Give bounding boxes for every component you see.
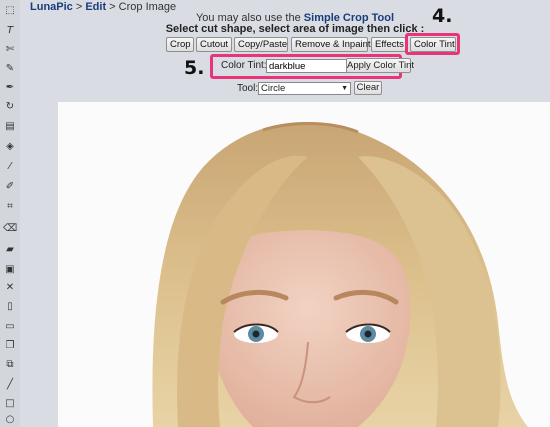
- callout-box-color-tint: [405, 33, 460, 55]
- crop-icon[interactable]: ⌗: [3, 200, 17, 214]
- pen-icon[interactable]: ✒: [3, 81, 17, 95]
- brush-icon[interactable]: ✐: [3, 180, 17, 194]
- remove-inpaint-button[interactable]: Remove & Inpaint: [291, 37, 371, 52]
- callout-number-four: 4.: [432, 5, 453, 27]
- effects-button[interactable]: Effects: [371, 37, 406, 52]
- color-tint-label: Color Tint:: [221, 60, 267, 71]
- eyedropper-icon[interactable]: ⁄: [3, 160, 17, 174]
- paste-icon[interactable]: ⧉: [3, 358, 17, 372]
- save-icon[interactable]: ▣: [3, 263, 17, 277]
- scissors-icon[interactable]: ✄: [3, 43, 17, 57]
- left-toolbar: ⬚ T ✄ ✎ ✒ ↻ ▤ ◈ ⁄ ✐ ⌗ ⌫ ▰ ▣ ✕ ▯ ▭ ❐ ⧉ ╱ …: [0, 0, 20, 427]
- instruction-text: Select cut shape, select area of image t…: [165, 23, 425, 35]
- crop-button[interactable]: Crop: [166, 37, 194, 52]
- chevron-down-icon: ▼: [341, 85, 348, 92]
- print-icon[interactable]: ▭: [3, 320, 17, 334]
- image-canvas[interactable]: [58, 102, 550, 427]
- layers-icon[interactable]: ▤: [3, 120, 17, 134]
- pencil-icon[interactable]: ✎: [3, 62, 17, 76]
- cutout-button[interactable]: Cutout: [196, 37, 232, 52]
- tool-dropdown-value: Circle: [261, 83, 286, 94]
- clear-button[interactable]: Clear: [354, 81, 382, 95]
- new-icon[interactable]: ▯: [3, 300, 17, 314]
- rectangle-icon[interactable]: □: [3, 397, 17, 411]
- color-tint-input[interactable]: [266, 59, 347, 73]
- color-tint-row: Color Tint: Apply Color Tint: [214, 58, 414, 75]
- fill-icon[interactable]: ◈: [3, 140, 17, 154]
- portrait-photo: [58, 102, 550, 427]
- copy-paste-button[interactable]: Copy/Paste: [234, 37, 288, 52]
- copy-icon[interactable]: ❐: [3, 339, 17, 353]
- callout-number-five: 5.: [184, 57, 205, 79]
- ellipse-icon[interactable]: ○: [3, 413, 17, 427]
- close-icon[interactable]: ✕: [3, 281, 17, 295]
- open-icon[interactable]: ▰: [3, 243, 17, 257]
- eraser-icon[interactable]: ⌫: [3, 222, 17, 236]
- line-icon[interactable]: ╱: [3, 378, 17, 392]
- rotate-icon[interactable]: ↻: [3, 100, 17, 114]
- tool-label: Tool:: [237, 83, 259, 94]
- apply-color-tint-button[interactable]: Apply Color Tint: [346, 58, 414, 73]
- tool-dropdown[interactable]: Circle ▼: [258, 82, 351, 95]
